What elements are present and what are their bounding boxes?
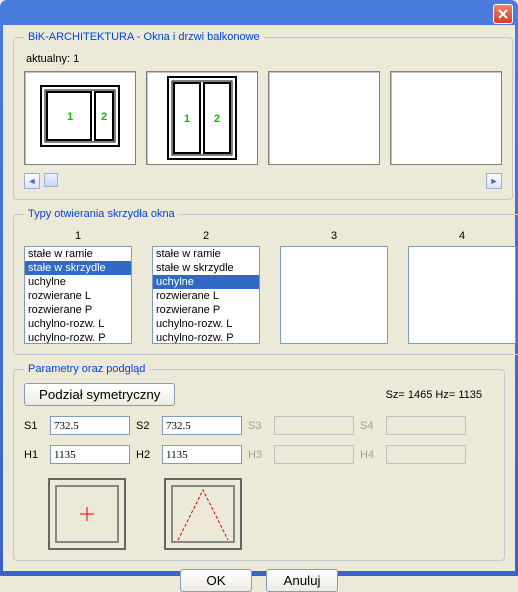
list-item[interactable]: rozwierane P xyxy=(153,303,259,317)
window-thumb-2[interactable]: 1 2 xyxy=(146,71,258,165)
preview-1 xyxy=(48,478,126,550)
list-item[interactable]: rozwierane L xyxy=(25,289,131,303)
h3-input xyxy=(274,445,354,464)
symmetric-split-button[interactable]: Podział symetryczny xyxy=(24,383,175,406)
group-windows: BiK-ARCHITEKTURA - Okna i drzwi balkonow… xyxy=(13,31,513,200)
close-icon xyxy=(498,9,508,19)
list-item[interactable]: stałe w ramie xyxy=(25,247,131,261)
scroll-thumb[interactable] xyxy=(44,173,58,187)
ok-button[interactable]: OK xyxy=(180,569,252,592)
s1-input[interactable] xyxy=(50,416,130,435)
preview-tilt-icon xyxy=(168,482,238,546)
h3-label: H3 xyxy=(248,449,268,461)
titlebar xyxy=(3,3,515,25)
window-thumb-1[interactable]: 1 2 xyxy=(24,71,136,165)
scroll-left-button[interactable]: ◄ xyxy=(24,173,40,189)
s4-input xyxy=(386,416,466,435)
group-params-legend: Parametry oraz podgląd xyxy=(24,363,149,375)
h2-label: H2 xyxy=(136,449,156,461)
s2-label: S2 xyxy=(136,420,156,432)
list-item[interactable]: uchylne xyxy=(25,275,131,289)
list-item[interactable]: uchylno-rozw. P xyxy=(153,331,259,344)
window-thumb-4[interactable] xyxy=(390,71,502,165)
group-params: Parametry oraz podgląd Podział symetrycz… xyxy=(13,363,505,561)
svg-text:2: 2 xyxy=(101,111,107,123)
chevron-left-icon: ◄ xyxy=(28,176,37,186)
aktualny-label: aktualny: 1 xyxy=(26,53,502,65)
col-header-4: 4 xyxy=(408,230,516,242)
preview-fixed-icon xyxy=(52,482,122,546)
chevron-right-icon: ► xyxy=(490,176,499,186)
col-header-1: 1 xyxy=(24,230,132,242)
s1-label: S1 xyxy=(24,420,44,432)
group-types: Typy otwierania skrzydła okna 1 2 3 4 st… xyxy=(13,208,518,355)
h1-input[interactable] xyxy=(50,445,130,464)
h1-label: H1 xyxy=(24,449,44,461)
listbox-2[interactable]: stałe w ramiestałe w skrzydleuchylnerozw… xyxy=(152,246,260,344)
list-item[interactable]: stałe w skrzydle xyxy=(25,261,131,275)
h2-input[interactable] xyxy=(162,445,242,464)
list-item[interactable]: stałe w ramie xyxy=(153,247,259,261)
close-button[interactable] xyxy=(493,4,513,24)
list-item[interactable]: uchylne xyxy=(153,275,259,289)
list-item[interactable]: rozwierane P xyxy=(25,303,131,317)
s4-label: S4 xyxy=(360,420,380,432)
col-header-3: 3 xyxy=(280,230,388,242)
h4-input xyxy=(386,445,466,464)
col-header-2: 2 xyxy=(152,230,260,242)
sz-hz-label: Sz= 1465 Hz= 1135 xyxy=(386,389,482,401)
window-drawing-1: 1 2 xyxy=(40,84,120,152)
svg-text:1: 1 xyxy=(67,111,73,123)
cancel-button[interactable]: Anuluj xyxy=(266,569,338,592)
listbox-3[interactable] xyxy=(280,246,388,344)
listbox-1[interactable]: stałe w ramiestałe w skrzydleuchylnerozw… xyxy=(24,246,132,344)
s3-input xyxy=(274,416,354,435)
s3-label: S3 xyxy=(248,420,268,432)
group-windows-legend: BiK-ARCHITEKTURA - Okna i drzwi balkonow… xyxy=(24,31,264,43)
scroll-right-button[interactable]: ► xyxy=(486,173,502,189)
list-item[interactable]: uchylno-rozw. L xyxy=(153,317,259,331)
window-drawing-2: 1 2 xyxy=(167,76,237,160)
list-item[interactable]: uchylno-rozw. L xyxy=(25,317,131,331)
list-item[interactable]: uchylno-rozw. P xyxy=(25,331,131,344)
svg-text:1: 1 xyxy=(184,113,190,125)
list-item[interactable]: rozwierane L xyxy=(153,289,259,303)
group-types-legend: Typy otwierania skrzydła okna xyxy=(24,208,179,220)
list-item[interactable]: stałe w skrzydle xyxy=(153,261,259,275)
h4-label: H4 xyxy=(360,449,380,461)
preview-2 xyxy=(164,478,242,550)
window-thumb-3[interactable] xyxy=(268,71,380,165)
s2-input[interactable] xyxy=(162,416,242,435)
listbox-4[interactable] xyxy=(408,246,516,344)
svg-text:2: 2 xyxy=(214,113,220,125)
